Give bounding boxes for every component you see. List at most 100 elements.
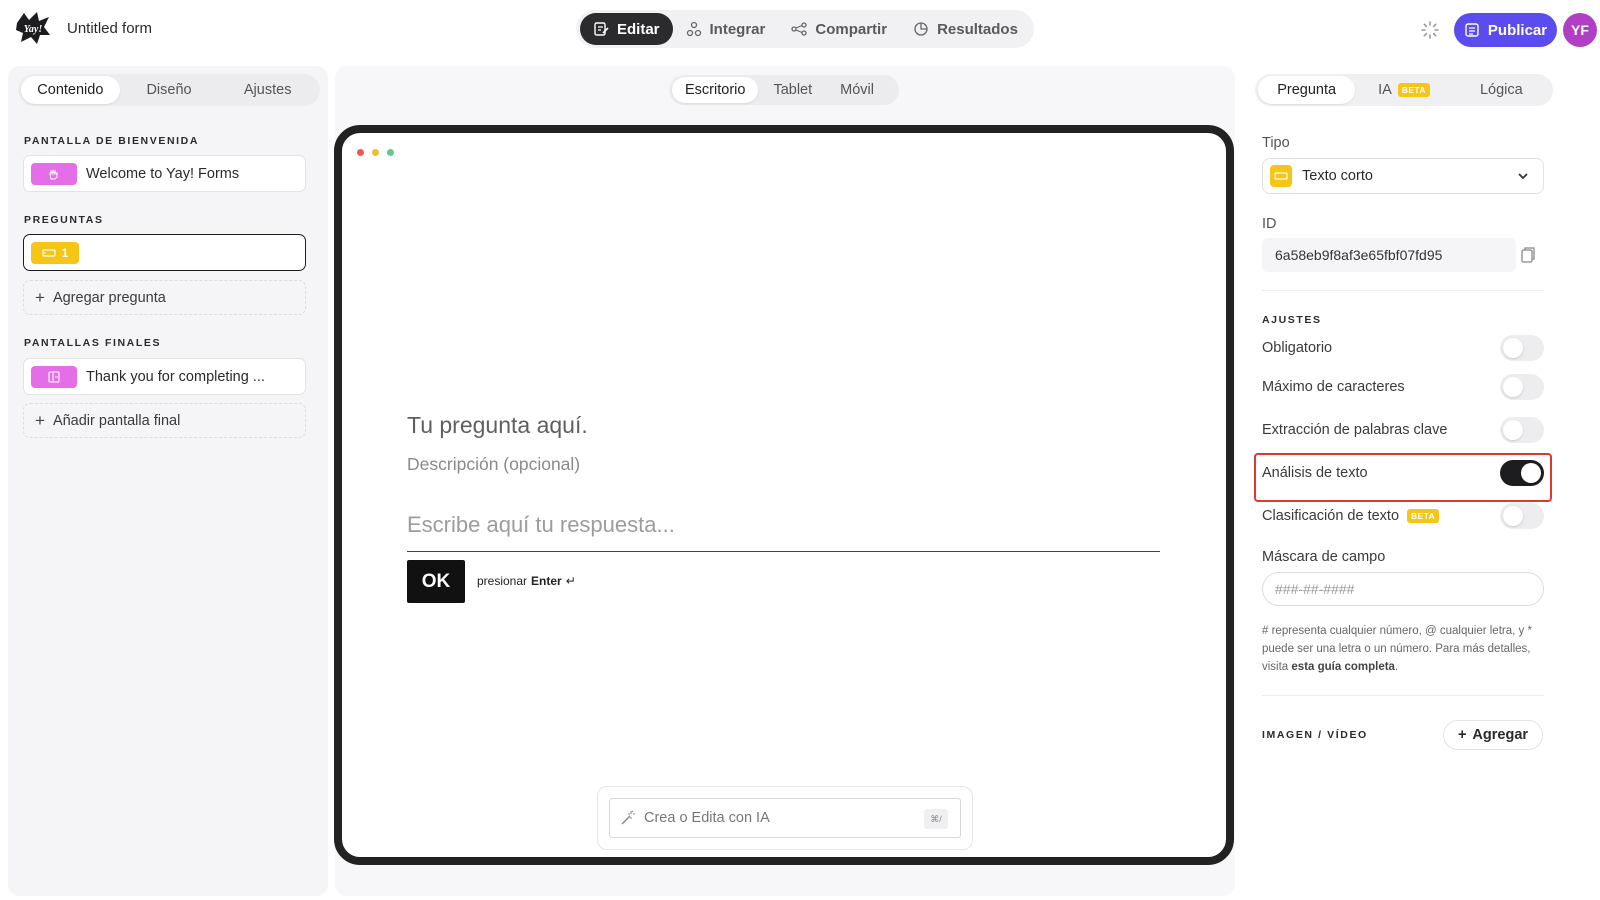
device-tabs: Escritorio Tablet Móvil <box>669 75 899 105</box>
id-label: ID <box>1262 216 1277 232</box>
tab-pregunta-label: Pregunta <box>1277 82 1337 98</box>
avatar[interactable]: YF <box>1563 13 1597 47</box>
tab-movil[interactable]: Móvil <box>827 77 887 103</box>
question-number: 1 <box>61 245 69 260</box>
ai-input[interactable]: Crea o Edita con IA ⌘/ <box>609 798 961 838</box>
question-type-select[interactable]: Texto corto <box>1262 158 1544 194</box>
ok-button[interactable]: OK <box>407 560 465 603</box>
hand-wave-icon <box>49 168 58 179</box>
questions-section-label: PREGUNTAS <box>24 214 104 226</box>
tab-escritorio[interactable]: Escritorio <box>672 77 759 103</box>
publish-button[interactable]: Publicar <box>1454 13 1557 47</box>
mask-help-text: # representa cualquier número, @ cualqui… <box>1262 622 1544 676</box>
type-label: Tipo <box>1262 135 1290 151</box>
short-text-type-icon <box>1270 165 1292 187</box>
highlight-box <box>1254 453 1552 502</box>
tab-diseno[interactable]: Diseño <box>120 76 219 104</box>
toggle-row-maximo: Máximo de caracteres <box>1262 373 1544 401</box>
divider <box>1262 695 1544 696</box>
ai-placeholder: Crea o Edita con IA <box>644 810 770 826</box>
ending-badge <box>31 365 77 388</box>
field-mask-input[interactable]: ###-##-#### <box>1262 572 1544 606</box>
divider <box>1262 290 1544 291</box>
tab-logica-label: Lógica <box>1479 82 1523 98</box>
tab-integrar[interactable]: Integrar <box>673 13 779 45</box>
share-icon <box>791 22 808 36</box>
question-item[interactable]: 1 <box>23 234 306 271</box>
tab-resultados[interactable]: Resultados <box>900 13 1031 45</box>
tab-ia[interactable]: IA BETA <box>1355 76 1452 104</box>
top-bar: Yay! Untitled form Editar Integrar Compa… <box>0 0 1600 60</box>
toggle-row-clasificacion: Clasificación de texto BETA <box>1262 502 1544 530</box>
add-question-label: Agregar pregunta <box>52 289 166 306</box>
question-description[interactable]: Descripción (opcional) <box>407 454 580 475</box>
maximo-caracteres-toggle[interactable] <box>1500 374 1544 400</box>
content-sidebar: Contenido Diseño Ajustes PANTALLA DE BIE… <box>8 66 328 896</box>
welcome-badge <box>31 162 77 185</box>
help-guide-link[interactable]: esta guía completa <box>1291 661 1395 673</box>
answer-input[interactable]: Escribe aquí tu respuesta... <box>407 512 1160 552</box>
media-section-label: IMAGEN / VÍDEO <box>1262 729 1368 741</box>
toggle-row-extraccion: Extracción de palabras clave <box>1262 416 1544 444</box>
tab-pregunta[interactable]: Pregunta <box>1258 76 1356 104</box>
window-dots <box>357 149 394 156</box>
edit-icon <box>594 22 609 36</box>
press-label: presionar <box>477 574 528 588</box>
add-media-label: Agregar <box>1472 727 1529 743</box>
ending-item-label: Thank you for completing ... <box>86 368 265 385</box>
settings-tabs: Pregunta IA BETA Lógica <box>1255 74 1553 106</box>
tab-ia-label: IA <box>1378 82 1392 98</box>
add-question-button[interactable]: + Agregar pregunta <box>23 280 306 315</box>
sidebar-tabs: Contenido Diseño Ajustes <box>18 74 320 106</box>
clasificacion-label: Clasificación de texto <box>1262 508 1400 524</box>
clasificacion-texto-toggle[interactable] <box>1500 503 1544 529</box>
add-ending-button[interactable]: + Añadir pantalla final <box>23 403 306 438</box>
tab-editar[interactable]: Editar <box>580 13 673 45</box>
green-dot-icon <box>387 149 394 156</box>
ai-shortcut-key: ⌘/ <box>924 809 948 829</box>
maximo-label: Máximo de caracteres <box>1262 379 1405 395</box>
form-title[interactable]: Untitled form <box>67 20 152 37</box>
question-id-field[interactable]: 6a58eb9f8af3e65fbf07fd95 <box>1262 238 1516 272</box>
endings-section-label: PANTALLAS FINALES <box>24 337 162 349</box>
obligatorio-toggle[interactable] <box>1500 335 1544 361</box>
enter-key-icon: ↵ <box>565 574 576 588</box>
publish-icon <box>1465 23 1479 37</box>
tab-contenido[interactable]: Contenido <box>21 76 120 104</box>
integrate-icon <box>686 21 701 37</box>
form-preview-frame: Tu pregunta aquí. Descripción (opcional)… <box>334 125 1234 865</box>
clasificacion-beta-badge: BETA <box>1407 509 1440 523</box>
enter-label: Enter <box>531 574 562 588</box>
yay-forms-logo[interactable]: Yay! <box>15 11 51 45</box>
mode-tabs: Editar Integrar Compartir Resultados <box>576 10 1034 48</box>
red-dot-icon <box>357 149 364 156</box>
obligatorio-label: Obligatorio <box>1262 340 1333 356</box>
magic-wand-icon <box>621 810 635 825</box>
ending-screen-item[interactable]: Thank you for completing ... <box>23 358 306 395</box>
tab-logica[interactable]: Lógica <box>1453 76 1550 104</box>
add-ending-label: Añadir pantalla final <box>52 412 181 429</box>
extraccion-palabras-toggle[interactable] <box>1500 417 1544 443</box>
tab-ajustes[interactable]: Ajustes <box>218 76 317 104</box>
welcome-item-label: Welcome to Yay! Forms <box>86 165 240 182</box>
toggle-row-obligatorio: Obligatorio <box>1262 334 1544 362</box>
welcome-screen-item[interactable]: Welcome to Yay! Forms <box>23 155 306 192</box>
ai-assistant-bar: Crea o Edita con IA ⌘/ <box>597 786 973 850</box>
clasificacion-label-wrap: Clasificación de texto BETA <box>1262 508 1440 524</box>
tab-compartir[interactable]: Compartir <box>778 13 900 45</box>
plus-icon: + <box>35 288 45 307</box>
mask-label: Máscara de campo <box>1262 549 1386 565</box>
extraccion-label: Extracción de palabras clave <box>1262 422 1448 438</box>
copy-icon[interactable] <box>1520 246 1536 264</box>
tab-integrar-label: Integrar <box>709 20 766 38</box>
tab-editar-label: Editar <box>617 20 660 38</box>
settings-section-label: AJUSTES <box>1262 314 1322 326</box>
loading-spinner-icon <box>1421 21 1439 39</box>
question-title[interactable]: Tu pregunta aquí. <box>407 412 588 439</box>
publish-label: Publicar <box>1487 21 1548 39</box>
question-type-value: Texto corto <box>1302 168 1373 184</box>
ia-beta-badge: BETA <box>1397 83 1430 97</box>
add-media-button[interactable]: + Agregar <box>1443 720 1543 750</box>
tab-tablet[interactable]: Tablet <box>760 77 825 103</box>
svg-text:Yay!: Yay! <box>24 24 43 35</box>
